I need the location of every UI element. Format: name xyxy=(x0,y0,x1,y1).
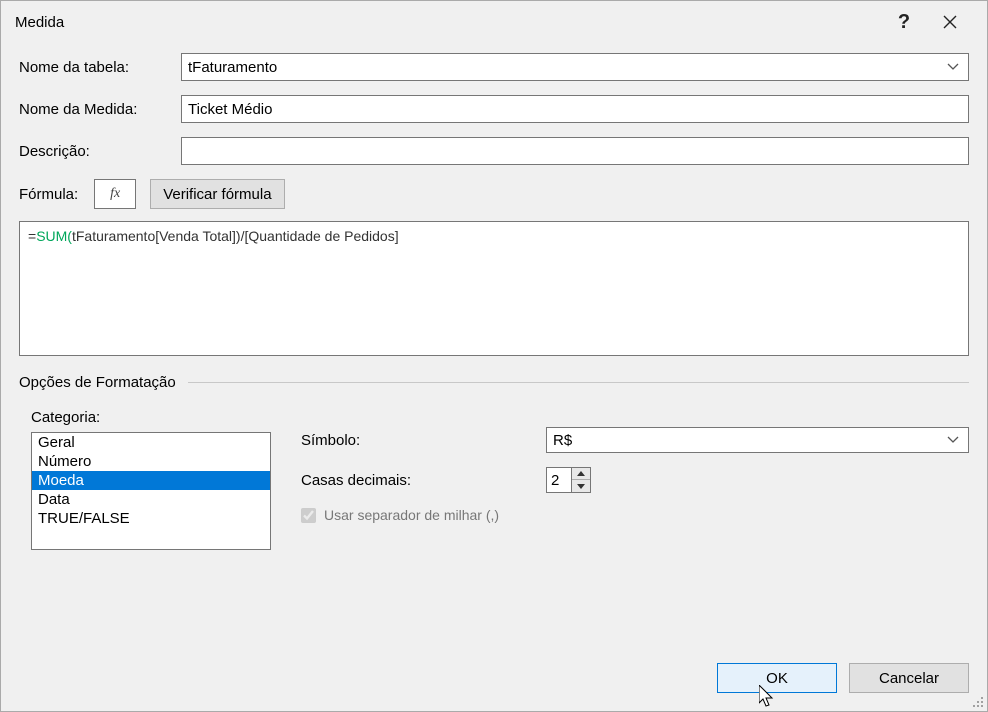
list-item[interactable]: Número xyxy=(32,452,270,471)
formatting-area: Categoria: Geral Número Moeda Data TRUE/… xyxy=(19,409,969,550)
symbol-label: Símbolo: xyxy=(301,432,546,449)
resize-grip-icon xyxy=(969,693,985,709)
ok-button[interactable]: OK xyxy=(717,663,837,693)
close-button[interactable] xyxy=(927,5,973,39)
formula-eq: = xyxy=(28,228,36,244)
thousand-separator-row: Usar separador de milhar (,) xyxy=(301,507,969,523)
table-name-input[interactable] xyxy=(181,53,969,81)
description-label: Descrição: xyxy=(19,143,181,160)
formula-rest: tFaturamento[Venda Total])/[Quantidade d… xyxy=(72,228,399,244)
dialog-title: Medida xyxy=(15,14,881,31)
list-item[interactable]: TRUE/FALSE xyxy=(32,509,270,528)
thousand-separator-label: Usar separador de milhar (,) xyxy=(324,507,499,523)
dialog-content: Nome da tabela: Nome da Medida: Descriçã… xyxy=(1,43,987,653)
category-label: Categoria: xyxy=(31,409,271,426)
fx-icon: fx xyxy=(110,186,120,202)
cancel-button[interactable]: Cancelar xyxy=(849,663,969,693)
formatting-section-title: Opções de Formatação xyxy=(19,374,176,391)
list-item[interactable]: Moeda xyxy=(32,471,270,490)
close-icon xyxy=(943,15,957,29)
decimals-row: Casas decimais: xyxy=(301,467,969,493)
spinner-buttons xyxy=(572,467,591,493)
verify-formula-button[interactable]: Verificar fórmula xyxy=(150,179,284,209)
formula-label: Fórmula: xyxy=(19,186,78,203)
decimals-spinner[interactable] xyxy=(546,467,591,493)
format-options-column: Símbolo: Casas decimais: xyxy=(301,409,969,550)
table-name-row: Nome da tabela: xyxy=(19,53,969,81)
symbol-row: Símbolo: xyxy=(301,427,969,453)
decimals-input[interactable] xyxy=(546,467,572,493)
measure-name-input[interactable] xyxy=(181,95,969,123)
description-input[interactable] xyxy=(181,137,969,165)
category-column: Categoria: Geral Número Moeda Data TRUE/… xyxy=(31,409,271,550)
list-item[interactable]: Geral xyxy=(32,433,270,452)
spinner-down-button[interactable] xyxy=(572,480,590,492)
section-divider xyxy=(188,382,969,383)
formula-row: Fórmula: fx Verificar fórmula xyxy=(19,179,969,209)
thousand-separator-checkbox[interactable] xyxy=(301,508,316,523)
titlebar: Medida ? xyxy=(1,1,987,43)
symbol-input[interactable] xyxy=(546,427,969,453)
dialog-buttons: OK Cancelar xyxy=(1,653,987,711)
table-name-label: Nome da tabela: xyxy=(19,59,181,76)
formula-func: SUM( xyxy=(36,228,72,244)
list-item[interactable]: Data xyxy=(32,490,270,509)
symbol-dropdown[interactable] xyxy=(546,427,969,453)
spinner-up-button[interactable] xyxy=(572,468,590,480)
help-button[interactable]: ? xyxy=(881,5,927,39)
measure-name-row: Nome da Medida: xyxy=(19,95,969,123)
formula-editor[interactable]: =SUM(tFaturamento[Venda Total])/[Quantid… xyxy=(19,221,969,356)
description-row: Descrição: xyxy=(19,137,969,165)
measure-name-label: Nome da Medida: xyxy=(19,101,181,118)
decimals-label: Casas decimais: xyxy=(301,472,546,489)
measure-dialog: Medida ? Nome da tabela: Nome da Medida:… xyxy=(0,0,988,712)
category-listbox[interactable]: Geral Número Moeda Data TRUE/FALSE xyxy=(31,432,271,550)
table-name-dropdown[interactable] xyxy=(181,53,969,81)
triangle-down-icon xyxy=(577,484,585,489)
formatting-section-header: Opções de Formatação xyxy=(19,374,969,391)
triangle-up-icon xyxy=(577,471,585,476)
fx-button[interactable]: fx xyxy=(94,179,136,209)
